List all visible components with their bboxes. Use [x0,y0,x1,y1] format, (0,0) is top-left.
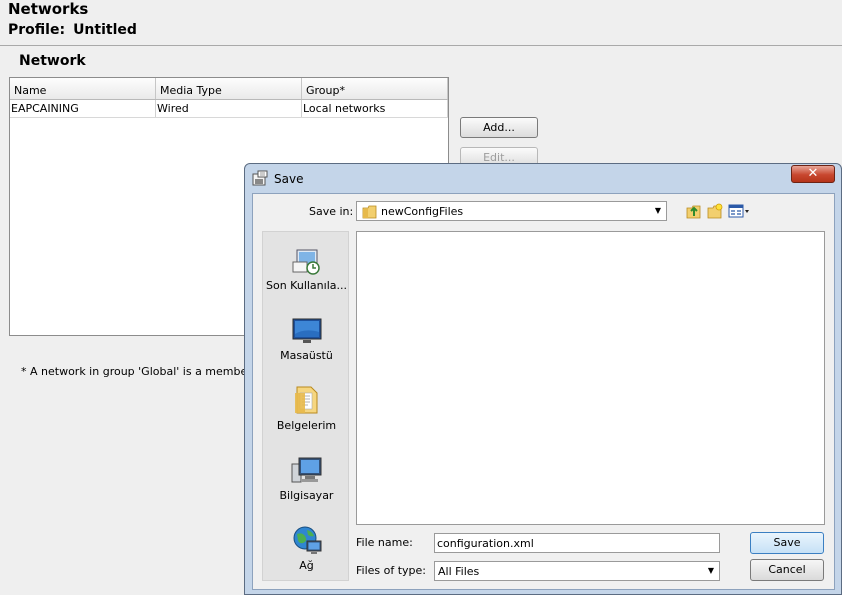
chevron-down-icon[interactable]: ▼ [650,202,666,220]
app-header: Networks Profile: Untitled [0,0,842,46]
place-label: Ağ [299,559,314,572]
footnote-text: * A network in group 'Global' is a membe… [21,365,270,378]
place-label: Belgelerim [276,419,337,432]
table-row[interactable]: EAPCAINING Wired Local networks [10,100,448,118]
group-footnote: * A network in group 'Global' is a membe… [21,365,279,378]
network-globe-icon [293,526,321,554]
chevron-down-icon[interactable]: ▼ [703,562,719,580]
place-label: Bilgisayar [279,489,334,502]
new-folder-icon[interactable] [707,203,723,219]
add-network-button[interactable]: Add... [460,117,538,138]
profile-line: Profile: Untitled [8,22,137,38]
up-folder-icon[interactable] [686,203,702,219]
save-in-combo[interactable]: newConfigFiles ▼ [356,201,667,221]
page-title: Networks [8,0,89,18]
folder-icon [362,205,377,219]
place-recent-items[interactable]: Son Kullanıla... [263,244,350,292]
network-section-title: Network [19,53,86,69]
view-menu-icon[interactable] [728,203,750,219]
place-label: Son Kullanıla... [266,279,347,292]
computer-icon [291,457,321,483]
save-in-label: Save in: [309,205,354,218]
file-list-pane[interactable] [356,231,825,525]
profile-name: Untitled [73,22,137,38]
cancel-button[interactable]: Cancel [750,559,824,581]
cell-media-type: Wired [156,100,302,117]
column-header-group[interactable]: Group* [302,78,448,99]
place-desktop[interactable]: Masaüstü [263,314,350,362]
place-label: Masaüstü [280,349,333,362]
file-name-input[interactable] [434,533,720,553]
files-of-type-label: Files of type: [356,564,427,577]
place-computer[interactable]: Bilgisayar [263,454,350,502]
dialog-titlebar[interactable]: Save ✕ [245,164,841,193]
dialog-title: Save [274,172,304,186]
files-of-type-value: All Files [438,565,480,578]
file-name-label: File name: [356,536,413,549]
close-button[interactable]: ✕ [791,165,835,183]
profile-label: Profile: [8,22,66,38]
save-dialog: Save ✕ Save in: newConfigFiles ▼ Son Kul… [244,163,842,595]
places-sidebar: Son Kullanıla... Masaüstü Belgelerim Bil… [262,231,349,581]
save-button[interactable]: Save [750,532,824,554]
column-header-media-type[interactable]: Media Type [156,78,302,99]
table-header: Name Media Type Group* [10,78,448,100]
save-in-value: newConfigFiles [381,205,464,218]
column-header-name[interactable]: Name [10,78,156,99]
documents-folder-icon [294,386,317,414]
desktop-icon [292,318,321,343]
dialog-body: Save in: newConfigFiles ▼ Son Kullanıla.… [252,193,835,590]
files-of-type-select[interactable]: All Files ▼ [434,561,720,581]
place-documents[interactable]: Belgelerim [263,384,350,432]
place-network[interactable]: Ağ [263,524,350,572]
save-dialog-icon [252,170,268,186]
recent-items-icon [292,249,320,275]
cell-group: Local networks [302,100,448,117]
cell-name: EAPCAINING [10,100,156,117]
